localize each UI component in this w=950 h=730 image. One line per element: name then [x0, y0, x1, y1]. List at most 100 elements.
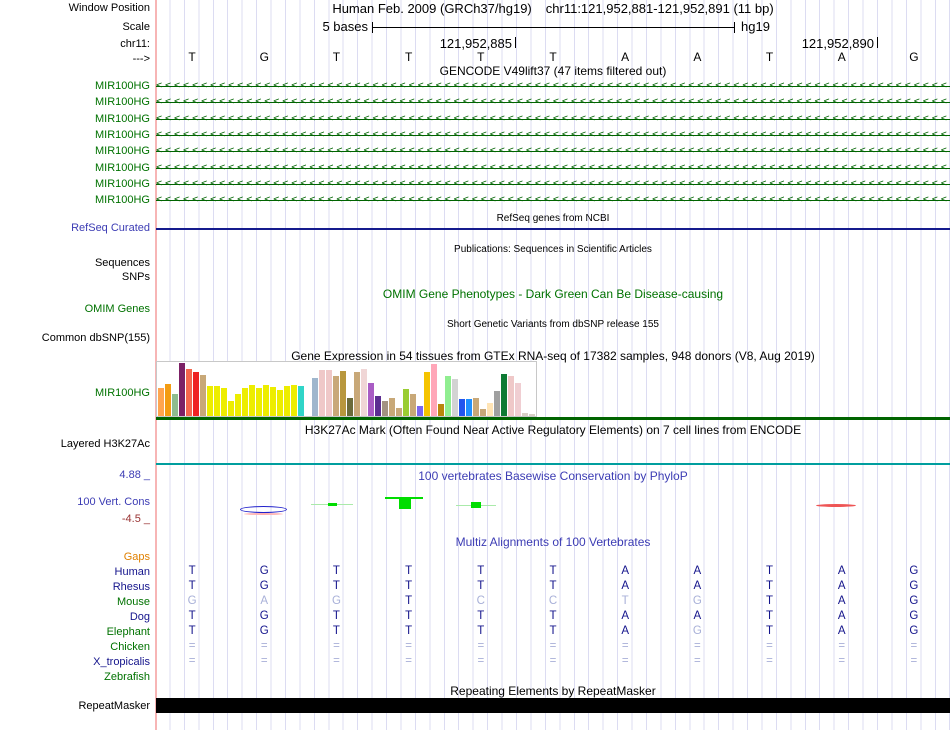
gtex-tissue-bar[interactable]	[361, 369, 367, 416]
gtex-tissue-bar[interactable]	[270, 387, 276, 416]
gtex-tissue-bar[interactable]	[515, 383, 521, 416]
aligned-base: A	[693, 565, 702, 577]
gtex-tissue-bar[interactable]	[221, 388, 227, 416]
gtex-tissue-bar[interactable]	[459, 399, 465, 416]
multiz-species-bases-row[interactable]: TGTTTTAATAG	[156, 580, 950, 593]
gtex-tissue-bar[interactable]	[424, 372, 430, 416]
gtex-tissue-bar[interactable]	[277, 390, 283, 416]
gencode-transcript-row[interactable]: <<<<<<<<<<<<<<<<<<<<<<<<<<<<<<<<<<<<<<<<…	[156, 161, 950, 175]
gtex-tissue-bar[interactable]	[487, 403, 493, 416]
phylop-negative-lens[interactable]	[240, 506, 287, 513]
gtex-tissue-bar[interactable]	[179, 363, 185, 416]
gtex-tissue-bar[interactable]	[235, 394, 241, 416]
multiz-species-label: Elephant	[106, 626, 150, 638]
gtex-tissue-bar[interactable]	[438, 404, 444, 416]
multiz-species-bases-row[interactable]: TGTTTTAATAG	[156, 610, 950, 623]
gtex-tissue-bar[interactable]	[263, 385, 269, 416]
gencode-transcript-row[interactable]: <<<<<<<<<<<<<<<<<<<<<<<<<<<<<<<<<<<<<<<<…	[156, 177, 950, 191]
multiz-species-label: Human	[114, 566, 150, 578]
gtex-tissue-bar[interactable]	[319, 370, 325, 416]
gtex-tissue-bar[interactable]	[172, 394, 178, 416]
gtex-tissue-bar[interactable]	[389, 398, 395, 416]
gtex-tissue-bar[interactable]	[410, 394, 416, 416]
gtex-tissue-bar[interactable]	[347, 398, 353, 416]
phylop-negative-redline[interactable]	[816, 504, 856, 507]
gtex-tissue-bar[interactable]	[396, 408, 402, 416]
gtex-tissue-bar[interactable]	[452, 379, 458, 416]
multiz-species-bases-row[interactable]: GAGTCCTGTAG	[156, 595, 950, 608]
gtex-tissue-bar[interactable]	[501, 374, 507, 416]
multiz-species-bases-row[interactable]: TGTTTTAATAG	[156, 565, 950, 578]
gencode-transcript-row[interactable]: <<<<<<<<<<<<<<<<<<<<<<<<<<<<<<<<<<<<<<<<…	[156, 112, 950, 126]
gencode-gene-label: MIR100HG	[94, 112, 150, 125]
gtex-tissue-bar[interactable]	[529, 414, 535, 416]
phylop-max-label: 4.88 _	[119, 469, 150, 481]
gtex-tissue-bar[interactable]	[375, 396, 381, 416]
gtex-tissue-bar[interactable]	[242, 388, 248, 416]
reference-base: T	[765, 50, 774, 64]
gtex-tissue-bar[interactable]	[214, 386, 220, 416]
multiz-species-bases-row[interactable]: = = = = = = = = = = =	[156, 640, 950, 653]
aligned-base: T	[477, 625, 485, 637]
aligned-base: A	[837, 565, 846, 577]
gtex-tissue-bar[interactable]	[333, 376, 339, 416]
gtex-tissue-bar[interactable]	[354, 372, 360, 416]
phylop-track-title: 100 vertebrates Basewise Conservation by…	[418, 469, 688, 483]
gencode-transcript-row[interactable]: <<<<<<<<<<<<<<<<<<<<<<<<<<<<<<<<<<<<<<<<…	[156, 80, 950, 93]
multiz-species-bases-row[interactable]: TGTTTTAGTAG	[156, 625, 950, 638]
gtex-tissue-bar[interactable]	[466, 399, 472, 416]
gtex-tissue-bar[interactable]	[312, 378, 318, 416]
gtex-tissue-bar[interactable]	[473, 398, 479, 416]
gtex-tissue-bar[interactable]	[298, 386, 304, 416]
h3k27ac-signal-line[interactable]	[156, 463, 950, 465]
multiz-species-label: Gaps	[123, 551, 150, 563]
gtex-tissue-bar[interactable]	[417, 406, 423, 416]
gtex-tissue-bar[interactable]	[186, 369, 192, 416]
aligned-base: T	[405, 610, 413, 622]
gencode-transcript-row[interactable]: <<<<<<<<<<<<<<<<<<<<<<<<<<<<<<<<<<<<<<<<…	[156, 194, 950, 208]
gtex-tissue-bar[interactable]	[445, 376, 451, 416]
aligned-base: =	[694, 655, 701, 667]
gtex-tissue-bar[interactable]	[165, 384, 171, 416]
refseq-gene-item[interactable]	[156, 228, 950, 230]
gtex-tissue-bar[interactable]	[193, 372, 199, 416]
aligned-base: =	[477, 655, 485, 667]
gtex-tissue-bar[interactable]	[284, 386, 290, 416]
gtex-tissue-bar[interactable]	[158, 388, 164, 416]
gtex-expression-bar-chart[interactable]	[156, 361, 537, 417]
aligned-base: C	[476, 595, 485, 607]
aligned-base: =	[188, 655, 196, 667]
gtex-tissue-bar[interactable]	[200, 375, 206, 416]
window-position-titles: Human Feb. 2009 (GRCh37/hg19) chr11:121,…	[156, 2, 950, 15]
multiz-species-bases-row[interactable]: = = = = = = = = = = =	[156, 655, 950, 668]
h3k27ac-track-title: H3K27Ac Mark (Often Found Near Active Re…	[304, 423, 802, 437]
gtex-tissue-bar[interactable]	[256, 388, 262, 416]
gencode-transcript-row[interactable]: <<<<<<<<<<<<<<<<<<<<<<<<<<<<<<<<<<<<<<<<…	[156, 96, 950, 110]
gtex-tissue-bar[interactable]	[340, 371, 346, 416]
gtex-tissue-bar[interactable]	[207, 386, 213, 416]
gtex-tissue-bar[interactable]	[382, 401, 388, 416]
aligned-base: A	[837, 580, 846, 592]
gtex-tissue-bar[interactable]	[522, 413, 528, 416]
gtex-tissue-bar[interactable]	[326, 370, 332, 416]
gtex-tissue-bar[interactable]	[291, 385, 297, 416]
aligned-base: T	[766, 595, 774, 607]
gtex-tissue-bar[interactable]	[368, 383, 374, 416]
gtex-tissue-bar[interactable]	[480, 409, 486, 416]
gtex-tissue-bar[interactable]	[431, 364, 437, 416]
gtex-tissue-bar[interactable]	[403, 389, 409, 416]
aligned-base: G	[187, 595, 197, 607]
gencode-transcript-row[interactable]: <<<<<<<<<<<<<<<<<<<<<<<<<<<<<<<<<<<<<<<<…	[156, 145, 950, 159]
gtex-tissue-bar[interactable]	[249, 385, 255, 416]
gencode-gene-label: MIR100HG	[94, 128, 150, 141]
gtex-tissue-bar[interactable]	[494, 391, 500, 416]
scale-label: Scale	[122, 21, 150, 33]
gtex-tissue-bar[interactable]	[508, 376, 514, 416]
aligned-base: G	[692, 625, 702, 637]
gencode-transcript-row[interactable]: <<<<<<<<<<<<<<<<<<<<<<<<<<<<<<<<<<<<<<<<…	[156, 128, 950, 142]
aligned-base: =	[333, 640, 340, 652]
repeatmasker-element-bar[interactable]	[156, 698, 950, 713]
gtex-tissue-bar[interactable]	[228, 401, 234, 416]
aligned-base: A	[837, 625, 846, 637]
publications-track-title: Publications: Sequences in Scientific Ar…	[454, 244, 652, 255]
